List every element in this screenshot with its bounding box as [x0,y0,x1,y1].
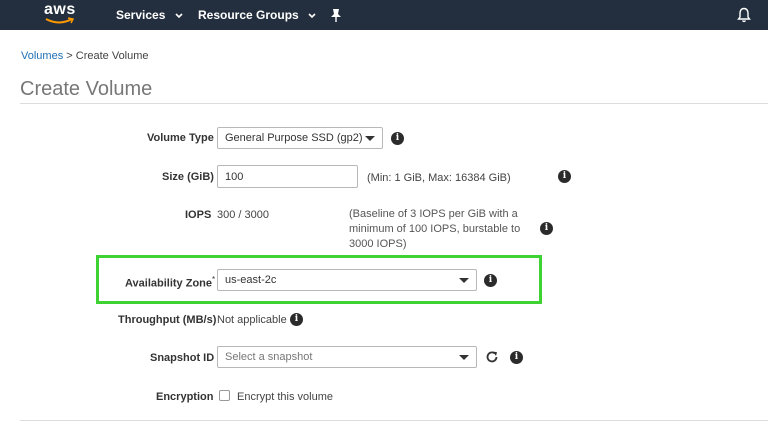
snapshot-id-label: Snapshot ID [150,352,215,364]
encrypt-volume-checkbox[interactable] [219,390,230,401]
volume-type-select[interactable]: General Purpose SSD (gp2) [217,127,383,149]
iops-hint: (Baseline of 3 IOPS per GiB with a minim… [349,207,520,252]
breadcrumb-current: Create Volume [75,50,149,62]
size-label: Size (GiB) [162,171,214,183]
iops-value: 300 / 3000 [217,209,269,221]
info-icon[interactable]: i [484,274,497,287]
snapshot-placeholder: Select a snapshot [225,351,313,363]
throughput-value: Not applicable [217,314,287,326]
info-icon[interactable]: i [290,313,303,326]
encrypt-volume-label[interactable]: Encrypt this volume [237,391,333,403]
bell-icon[interactable] [737,7,751,23]
breadcrumb-separator: > [66,50,73,62]
info-icon[interactable]: i [391,132,404,145]
iops-hint-line: minimum of 100 IOPS, burstable to [349,223,521,235]
top-navigation-bar: aws Services Resource Groups [0,0,768,30]
throughput-label: Throughput (MB/s) [118,314,217,326]
resource-groups-label: Resource Groups [198,8,299,22]
resource-groups-menu[interactable]: Resource Groups [198,8,316,22]
caret-down-icon [459,278,469,283]
title-divider [20,103,768,104]
breadcrumb-volumes-link[interactable]: Volumes [21,50,63,62]
iops-hint-line: (Baseline of 3 IOPS per GiB with a [349,208,518,220]
aws-logo[interactable]: aws [44,1,78,27]
caret-down-icon [365,136,375,141]
required-mark: * [212,275,216,284]
chevron-down-icon [308,13,316,18]
breadcrumb: Volumes > Create Volume [21,50,149,62]
pin-icon[interactable] [330,8,342,22]
bottom-divider [20,420,768,421]
info-icon[interactable]: i [510,351,523,364]
encryption-label: Encryption [156,391,214,403]
size-hint: (Min: 1 GiB, Max: 16384 GiB) [367,172,511,184]
iops-hint-line: 3000 IOPS) [349,238,407,250]
info-icon[interactable]: i [558,170,571,183]
availability-zone-label-text: Availability Zone [125,277,213,290]
services-menu[interactable]: Services [116,8,183,22]
aws-smile-icon [45,17,75,24]
chevron-down-icon [175,13,183,18]
size-input[interactable] [217,165,358,188]
services-label: Services [116,8,166,22]
volume-type-value: General Purpose SSD (gp2) [225,132,363,144]
volume-type-label: Volume Type [147,132,214,144]
availability-zone-select[interactable]: us-east-2c [217,269,477,291]
availability-zone-value: us-east-2c [225,274,277,286]
refresh-icon[interactable] [485,350,499,364]
page-title: Create Volume [20,78,153,100]
iops-label: IOPS [185,209,212,221]
availability-zone-label: Availability Zone* [125,275,215,290]
info-icon[interactable]: i [540,222,553,235]
caret-down-icon [459,355,469,360]
snapshot-select[interactable]: Select a snapshot [217,346,477,368]
